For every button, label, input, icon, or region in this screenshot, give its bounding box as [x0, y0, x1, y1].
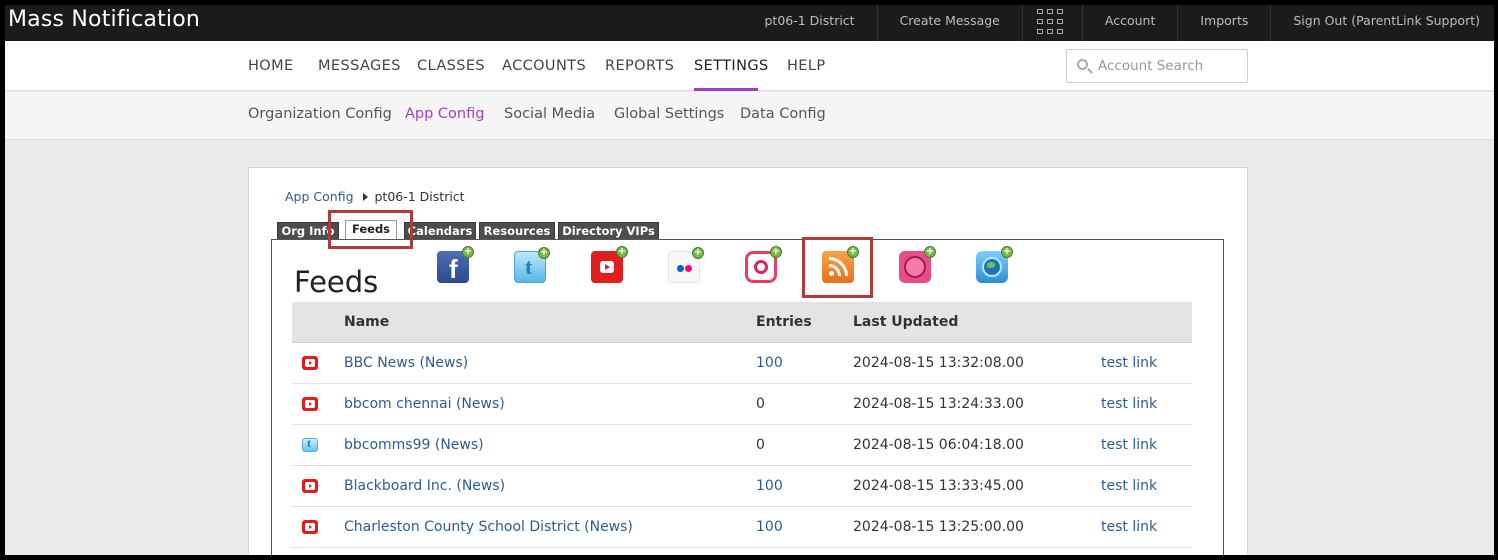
imports-link[interactable]: Imports	[1177, 5, 1270, 41]
column-header-last-updated[interactable]: Last Updated	[853, 302, 1101, 343]
subnav-social-media[interactable]: Social Media	[504, 106, 595, 122]
subnav-global-settings[interactable]: Global Settings	[614, 106, 724, 122]
test-link[interactable]: test link	[1101, 478, 1157, 494]
subnav-data-config[interactable]: Data Config	[740, 106, 826, 122]
feed-last-updated: 2024-08-15 13:24:33.00	[853, 383, 1101, 425]
app-title: Mass Notification	[8, 7, 201, 32]
youtube-add-icon[interactable]: +	[591, 246, 628, 283]
twitter-icon	[302, 436, 318, 452]
tab-resources[interactable]: Resources	[479, 222, 555, 239]
sub-nav: Organization Config App Config Social Me…	[5, 92, 1494, 140]
feed-name-link[interactable]: bbcom chennai (News)	[344, 396, 505, 412]
feed-entries: 0	[756, 424, 853, 466]
district-selector[interactable]: pt06-1 District	[743, 5, 877, 41]
feed-name-link[interactable]: bbcomms99 (News)	[344, 437, 484, 453]
feed-name-link[interactable]: Blackboard Inc. (News)	[344, 478, 505, 494]
search-placeholder: Account Search	[1098, 58, 1204, 74]
breadcrumb-current: pt06-1 District	[374, 189, 465, 204]
feed-entries-link[interactable]: 100	[756, 355, 783, 371]
column-header-entries[interactable]: Entries	[756, 302, 853, 343]
feed-entries-link[interactable]: 100	[756, 478, 783, 494]
test-link[interactable]: test link	[1101, 355, 1157, 371]
facebook-add-icon[interactable]: f +	[437, 246, 474, 284]
youtube-icon	[302, 396, 318, 411]
twitter-add-icon[interactable]: t +	[514, 247, 550, 283]
feed-entries: 0	[756, 383, 853, 425]
table-row: Blackboard Inc. (News) 100 2024-08-15 13…	[292, 465, 1192, 507]
column-header-name[interactable]: Name	[344, 302, 756, 343]
breadcrumb-app-config[interactable]: App Config	[285, 189, 354, 204]
main-nav: HOME MESSAGES CLASSES ACCOUNTS REPORTS S…	[5, 41, 1494, 91]
app-config-panel: App Config pt06-1 District Org Info Feeds…	[248, 167, 1248, 555]
search-icon	[1077, 59, 1088, 70]
tab-calendars[interactable]: Calendars	[404, 222, 476, 239]
top-bar: Mass Notification pt06-1 District Create…	[5, 5, 1494, 41]
feeds-heading: Feeds	[294, 265, 379, 299]
app-grid-icon[interactable]	[1021, 5, 1082, 41]
nav-messages[interactable]: MESSAGES	[318, 58, 401, 74]
table-row: bbcom chennai (News) 0 2024-08-15 13:24:…	[292, 383, 1192, 425]
subnav-organization-config[interactable]: Organization Config	[248, 106, 392, 122]
top-nav: pt06-1 District Create Message Account I…	[743, 5, 1495, 41]
test-link[interactable]: test link	[1101, 519, 1157, 535]
nav-classes[interactable]: CLASSES	[417, 58, 485, 74]
feed-last-updated: 2024-08-15 13:33:45.00	[853, 465, 1101, 507]
table-row: BBC News (News) 100 2024-08-15 13:32:08.…	[292, 342, 1192, 384]
table-header-row: Name Entries Last Updated	[292, 302, 1192, 343]
dribbble-add-icon[interactable]: +	[899, 246, 936, 283]
nav-settings[interactable]: SETTINGS	[694, 58, 769, 74]
create-message-link[interactable]: Create Message	[876, 5, 1022, 41]
table-row: Charleston County School District (News)…	[292, 506, 1192, 548]
feed-name-link[interactable]: BBC News (News)	[344, 355, 468, 371]
nav-accounts[interactable]: ACCOUNTS	[502, 58, 586, 74]
feed-last-updated: 2024-08-15 13:25:00.00	[853, 506, 1101, 548]
nav-reports[interactable]: REPORTS	[605, 58, 674, 74]
table-row: bbcomms99 (News) 0 2024-08-15 06:04:18.0…	[292, 424, 1192, 466]
nav-help[interactable]: HELP	[787, 58, 826, 74]
column-header-actions	[1101, 302, 1192, 343]
rss-icon-highlight	[802, 237, 873, 298]
feed-last-updated: 2024-08-15 06:04:18.00	[853, 424, 1101, 466]
test-link[interactable]: test link	[1101, 396, 1157, 412]
account-link[interactable]: Account	[1081, 5, 1177, 41]
breadcrumb: App Config pt06-1 District	[285, 189, 465, 204]
account-search-input[interactable]: Account Search	[1066, 49, 1248, 83]
flickr-add-icon[interactable]: +	[668, 247, 704, 283]
app-window: Mass Notification pt06-1 District Create…	[5, 5, 1494, 555]
feeds-content: Feeds f + t + + + + + + + Name Entries Las…	[271, 237, 1224, 555]
subnav-app-config[interactable]: App Config	[405, 106, 484, 122]
column-header-icon	[292, 302, 344, 343]
instagram-add-icon[interactable]: +	[745, 246, 782, 283]
youtube-icon	[302, 519, 318, 534]
test-link[interactable]: test link	[1101, 437, 1157, 453]
breadcrumb-separator-icon	[362, 193, 368, 201]
sign-out-link[interactable]: Sign Out (ParentLink Support)	[1270, 5, 1494, 41]
globe-add-icon[interactable]: +	[976, 246, 1013, 283]
youtube-icon	[302, 478, 318, 493]
feeds-table: Name Entries Last Updated BBC News (News…	[292, 302, 1192, 548]
feed-entries-link[interactable]: 100	[756, 519, 783, 535]
active-nav-indicator	[694, 88, 758, 91]
youtube-icon	[302, 355, 318, 370]
feed-last-updated: 2024-08-15 13:32:08.00	[853, 342, 1101, 384]
feed-name-link[interactable]: Charleston County School District (News)	[344, 519, 633, 535]
nav-home[interactable]: HOME	[248, 58, 294, 74]
tab-directory-vips[interactable]: Directory VIPs	[558, 222, 659, 239]
